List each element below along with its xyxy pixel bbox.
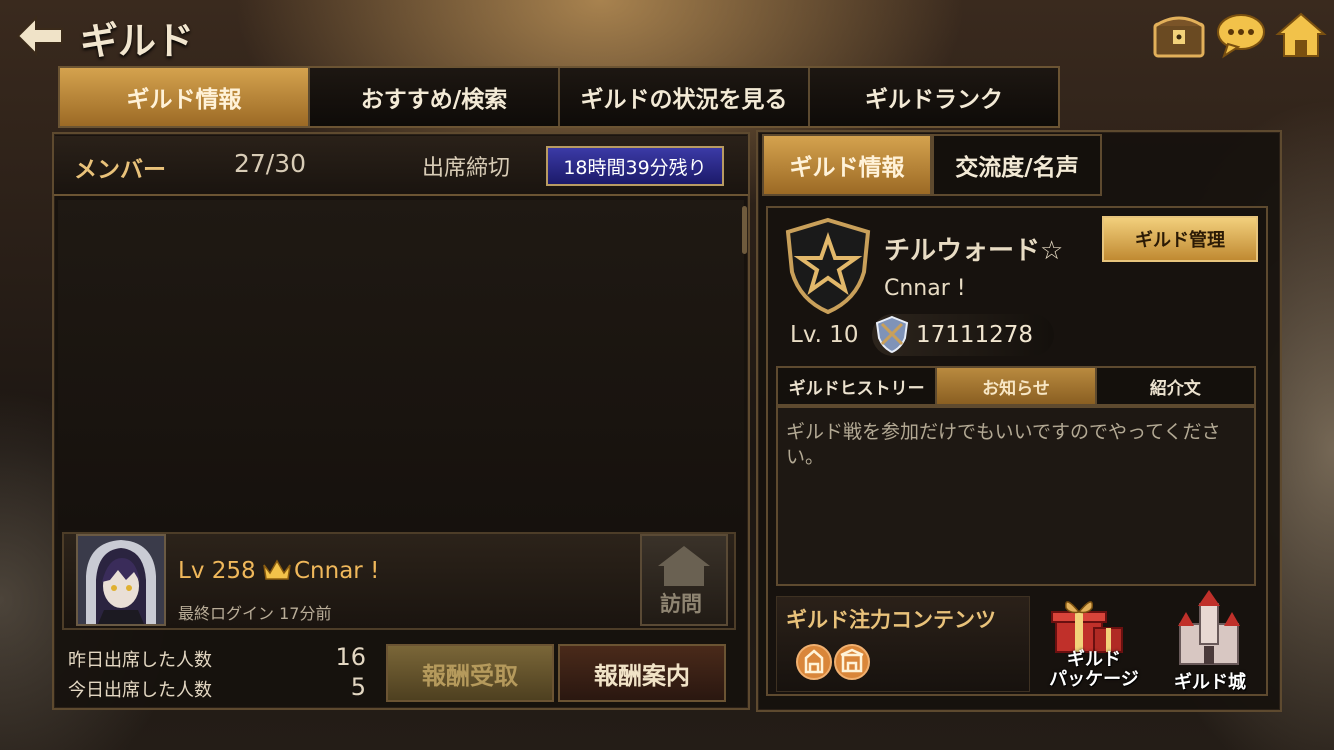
home-icon[interactable]	[1274, 10, 1328, 60]
tab-guild-history[interactable]: ギルドヒストリー	[778, 368, 938, 404]
tab-guild-status[interactable]: ギルドの状況を見る	[560, 68, 810, 126]
member-list[interactable]	[58, 200, 744, 530]
back-arrow-icon[interactable]	[14, 14, 66, 58]
guild-package-label: ギルド パッケージ	[1038, 650, 1150, 690]
guild-package-label-line2: パッケージ	[1049, 669, 1139, 690]
guild-name: チルウォード☆	[884, 236, 1064, 266]
guild-leader: Cnnar !	[884, 276, 966, 301]
page-title: ギルド	[80, 19, 195, 63]
guild-manage-button[interactable]: ギルド管理	[1102, 216, 1258, 262]
house-icon	[658, 546, 710, 586]
tab-introduction[interactable]: 紹介文	[1096, 368, 1254, 404]
member-avatar[interactable]	[76, 534, 166, 626]
guild-focus-content-label: ギルド注力コンテンツ	[786, 608, 996, 632]
guild-power-value: 17111278	[916, 322, 1034, 348]
guild-detail-tabs: ギルドヒストリー お知らせ 紹介文	[776, 366, 1256, 406]
reward-guide-button[interactable]: 報酬案内	[558, 644, 726, 702]
member-list-scrollbar[interactable]	[742, 206, 747, 254]
tab-notice[interactable]: お知らせ	[937, 368, 1097, 404]
guild-sub-tabs: ギルド情報 交流度/名声	[762, 134, 1102, 196]
subtab-exchange-fame[interactable]: 交流度/名声	[932, 134, 1102, 196]
guild-level: Lv. 10	[790, 322, 859, 348]
guild-war-icon	[796, 644, 832, 680]
yesterday-attendance-count: 16	[335, 643, 366, 671]
crown-icon	[262, 557, 292, 581]
member-count: 27/30	[234, 149, 307, 178]
visit-button-label: 訪問	[660, 592, 702, 616]
tab-guild-info[interactable]: ギルド情報	[60, 68, 310, 126]
member-last-login: 最終ログイン 17分前	[178, 604, 332, 623]
guild-emblem-icon	[782, 216, 874, 316]
guild-castle-icon[interactable]	[1170, 588, 1248, 668]
tab-guild-rank[interactable]: ギルドランク	[810, 68, 1058, 126]
guild-package-label-line1: ギルド	[1067, 649, 1121, 670]
guild-castle-label: ギルド城	[1174, 672, 1246, 693]
attendance-deadline-label: 出席締切	[422, 156, 511, 181]
battle-power-shield-icon	[872, 314, 912, 354]
chat-bubble-icon[interactable]	[1214, 10, 1268, 60]
today-attendance-count: 5	[350, 673, 366, 701]
guild-notice-text: ギルド戦を参加だけでもいいですのでやってください。	[776, 406, 1256, 586]
guild-castle-small-icon	[834, 644, 870, 680]
yesterday-attendance-label: 昨日出席した人数	[68, 650, 212, 671]
tab-recommend-search[interactable]: おすすめ/検索	[310, 68, 560, 126]
subtab-guild-info[interactable]: ギルド情報	[762, 134, 932, 196]
today-attendance-label: 今日出席した人数	[68, 680, 212, 701]
main-tab-bar: ギルド情報 おすすめ/検索 ギルドの状況を見る ギルドランク	[58, 66, 1060, 128]
member-label: メンバー	[74, 157, 166, 183]
member-level: Lv 258	[178, 558, 256, 584]
attendance-deadline-badge: 18時間39分残り	[546, 146, 724, 186]
treasure-chest-icon[interactable]	[1152, 10, 1206, 60]
member-name: Cnnar !	[294, 558, 380, 584]
claim-reward-button[interactable]: 報酬受取	[386, 644, 554, 702]
